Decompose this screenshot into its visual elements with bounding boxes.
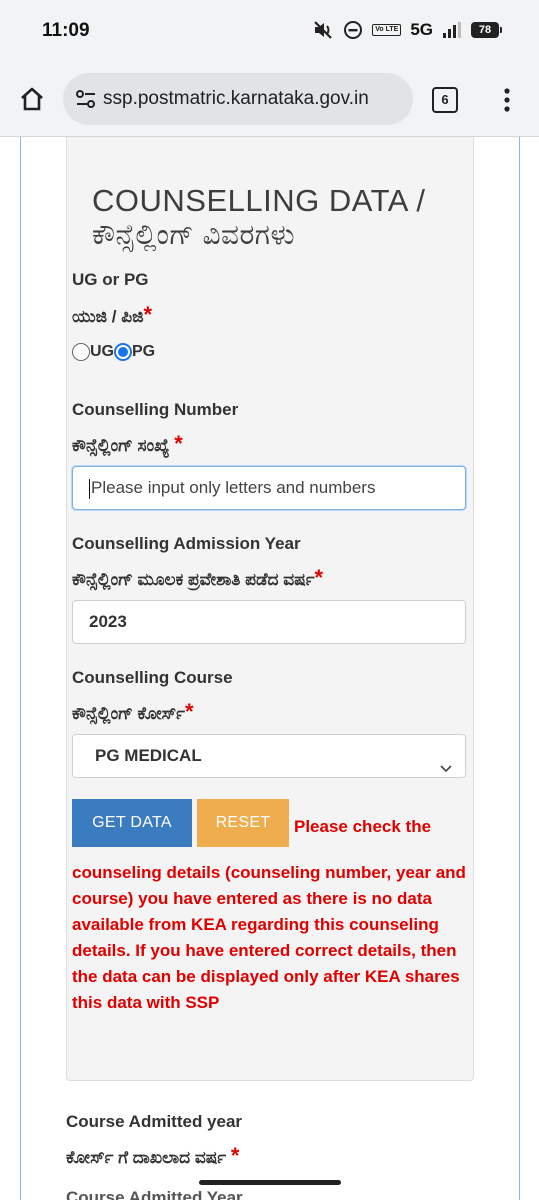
course-label-en: Counselling Course bbox=[72, 668, 233, 687]
admitted-year-label-kn: ಕೋರ್ಸ್ ಗೆ ದಾಖಲಾದ ವರ್ಷ * bbox=[66, 1143, 240, 1168]
mute-icon bbox=[312, 19, 334, 41]
required-star: * bbox=[143, 302, 153, 327]
menu-icon[interactable] bbox=[503, 88, 511, 117]
number-label-en: Counselling Number bbox=[72, 400, 239, 419]
tabs-icon[interactable]: 6 bbox=[432, 87, 458, 113]
network-type: 5G bbox=[410, 20, 433, 39]
ugpg-label-en: UG or PG bbox=[72, 270, 149, 289]
battery-icon: 78 bbox=[471, 22, 502, 38]
radio-pg[interactable] bbox=[114, 343, 132, 361]
signal-icon bbox=[442, 21, 462, 39]
year-label-en: Counselling Admission Year bbox=[72, 534, 301, 553]
status-bar: 11:09 Vo LTE 5G 78 bbox=[0, 0, 539, 62]
section-heading: COUNSELLING DATA / ಕೌನ್ಸೆಲ್ಲಿಂಗ್ ವಿವರಗಳು bbox=[92, 184, 425, 252]
text-cursor bbox=[89, 478, 90, 499]
home-icon[interactable] bbox=[18, 85, 46, 118]
dnd-icon bbox=[343, 20, 363, 40]
ugpg-label-kn: ಯುಜಿ / ಪಿಜಿ* bbox=[72, 302, 153, 327]
radio-ug[interactable] bbox=[72, 343, 90, 361]
number-label-kn: ಕೌನ್ಸೆಲ್ಲಿಂಗ್ ಸಂಖ್ಯೆ * bbox=[72, 431, 183, 456]
error-message-line1: Please check the bbox=[294, 817, 432, 836]
reset-button[interactable]: RESET bbox=[197, 799, 289, 847]
admitted-year-field-label: Course Admitted Year bbox=[66, 1188, 243, 1200]
required-star: * bbox=[314, 565, 324, 590]
error-message: counseling details (counseling number, y… bbox=[72, 863, 466, 1012]
required-star: * bbox=[230, 1143, 240, 1168]
site-settings-icon[interactable] bbox=[75, 89, 97, 114]
radio-pg-label: PG bbox=[132, 343, 156, 360]
course-select-value: PG MEDICAL bbox=[95, 746, 202, 765]
admission-year-input[interactable]: 2023 bbox=[72, 600, 466, 644]
counselling-number-placeholder: Please input only letters and numbers bbox=[91, 478, 376, 497]
url-text: ssp.postmatric.karnataka.gov.in bbox=[103, 88, 369, 109]
status-time: 11:09 bbox=[42, 20, 90, 41]
year-label-kn: ಕೌನ್ಸೆಲ್ಲಿಂಗ್ ಮೂಲಕ ಪ್ರವೇಶಾತಿ ಪಡೆದ ವರ್ಷ* bbox=[72, 565, 324, 590]
get-data-button[interactable]: GET DATA bbox=[72, 799, 192, 847]
next-field-clip: Course Admitted Year bbox=[40, 1170, 518, 1200]
status-icons: Vo LTE 5G 78 bbox=[312, 19, 502, 41]
radio-ug-label: UG bbox=[90, 343, 114, 360]
course-label-kn: ಕೌನ್ಸೆಲ್ಲಿಂಗ್ ಕೋರ್ಸ್* bbox=[72, 699, 194, 724]
course-select[interactable]: PG MEDICAL bbox=[72, 734, 466, 778]
address-bar[interactable]: ssp.postmatric.karnataka.gov.in bbox=[63, 73, 413, 125]
counselling-number-input[interactable]: Please input only letters and numbers bbox=[72, 466, 466, 510]
volte-badge: Vo LTE bbox=[372, 24, 402, 36]
gesture-bar[interactable] bbox=[199, 1180, 341, 1185]
ugpg-radio-group: UG PG bbox=[72, 343, 155, 361]
chevron-down-icon bbox=[439, 749, 453, 791]
heading-kannada: ಕೌನ್ಸೆಲ್ಲಿಂಗ್ ವಿವರಗಳು bbox=[92, 219, 296, 250]
required-star: * bbox=[184, 699, 194, 724]
browser-toolbar: ssp.postmatric.karnataka.gov.in 6 bbox=[0, 62, 539, 137]
required-star: * bbox=[174, 431, 183, 456]
heading-english: COUNSELLING DATA / bbox=[92, 183, 426, 218]
admitted-year-label-en: Course Admitted year bbox=[66, 1112, 243, 1131]
